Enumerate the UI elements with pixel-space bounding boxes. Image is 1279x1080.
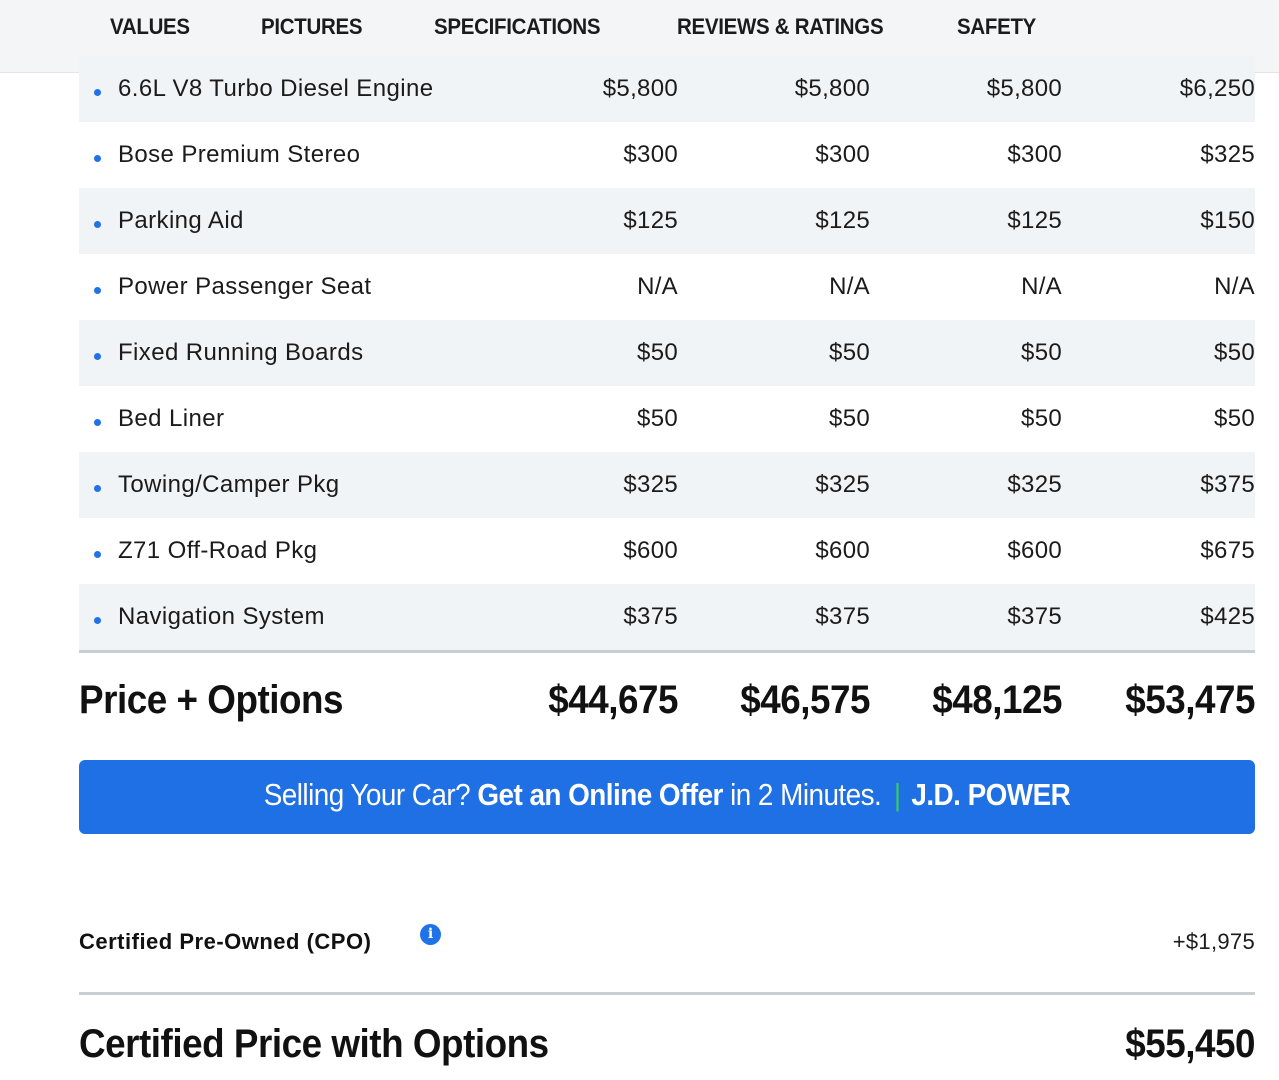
tab-safety[interactable]: SAFETY bbox=[957, 14, 1036, 44]
option-name: 6.6L V8 Turbo Diesel Engine bbox=[118, 75, 434, 102]
option-value: $50 bbox=[829, 405, 870, 432]
option-name: Bed Liner bbox=[118, 405, 225, 432]
option-name: Parking Aid bbox=[118, 207, 244, 234]
option-value: $5,800 bbox=[794, 75, 870, 102]
option-value: N/A bbox=[1214, 273, 1255, 300]
tab-reviews-ratings[interactable]: REVIEWS & RATINGS bbox=[677, 14, 884, 44]
option-value: $50 bbox=[1021, 339, 1062, 366]
option-value: $375 bbox=[1200, 471, 1255, 498]
option-value: $50 bbox=[1021, 405, 1062, 432]
banner-cta: Get an Online Offer bbox=[477, 777, 723, 812]
banner-question: Selling Your Car? bbox=[263, 777, 471, 812]
price-options-value: $46,575 bbox=[740, 678, 870, 722]
option-value: $600 bbox=[1007, 537, 1062, 564]
bullet-icon bbox=[94, 419, 101, 426]
tab-values[interactable]: VALUES bbox=[110, 14, 190, 44]
option-value: $125 bbox=[623, 207, 678, 234]
certified-price-value: $55,450 bbox=[1125, 1022, 1255, 1066]
option-row: Power Passenger Seat N/A N/A N/A N/A bbox=[79, 254, 1255, 320]
options-table: 6.6L V8 Turbo Diesel Engine $5,800 $5,80… bbox=[79, 56, 1255, 650]
option-row: Navigation System $375 $375 $375 $425 bbox=[79, 584, 1255, 650]
bullet-icon bbox=[94, 221, 101, 228]
option-value: $150 bbox=[1200, 207, 1255, 234]
option-value: N/A bbox=[637, 273, 678, 300]
option-value: $300 bbox=[623, 141, 678, 168]
option-value: N/A bbox=[1021, 273, 1062, 300]
option-value: $675 bbox=[1200, 537, 1255, 564]
option-value: $50 bbox=[637, 405, 678, 432]
option-value: N/A bbox=[829, 273, 870, 300]
option-row: Parking Aid $125 $125 $125 $150 bbox=[79, 188, 1255, 254]
option-row: Bed Liner $50 $50 $50 $50 bbox=[79, 386, 1255, 452]
option-row: Fixed Running Boards $50 $50 $50 $50 bbox=[79, 320, 1255, 386]
option-row: Bose Premium Stereo $300 $300 $300 $325 bbox=[79, 122, 1255, 188]
option-name: Z71 Off-Road Pkg bbox=[118, 537, 318, 564]
option-row: 6.6L V8 Turbo Diesel Engine $5,800 $5,80… bbox=[79, 56, 1255, 122]
option-row: Towing/Camper Pkg $325 $325 $325 $375 bbox=[79, 452, 1255, 518]
sell-car-banner[interactable]: Selling Your Car? Get an Online Offer in… bbox=[79, 760, 1255, 834]
option-value: $325 bbox=[815, 471, 870, 498]
banner-separator: | bbox=[893, 777, 901, 812]
table-divider bbox=[79, 650, 1255, 653]
option-name: Bose Premium Stereo bbox=[118, 141, 361, 168]
price-options-value: $48,125 bbox=[932, 678, 1062, 722]
jd-power-logo: J.D. POWER bbox=[911, 777, 1071, 812]
tab-pictures[interactable]: PICTURES bbox=[261, 14, 363, 44]
price-options-label: Price + Options bbox=[79, 678, 344, 722]
info-icon[interactable]: i bbox=[420, 924, 441, 945]
option-value: $50 bbox=[637, 339, 678, 366]
bullet-icon bbox=[94, 485, 101, 492]
bullet-icon bbox=[94, 617, 101, 624]
cpo-value: +$1,975 bbox=[1172, 929, 1255, 954]
option-value: $325 bbox=[1007, 471, 1062, 498]
bullet-icon bbox=[94, 353, 101, 360]
option-value: $50 bbox=[1214, 339, 1255, 366]
price-options-value: $53,475 bbox=[1125, 678, 1255, 722]
certified-price-label: Certified Price with Options bbox=[79, 1022, 549, 1066]
option-value: $6,250 bbox=[1179, 75, 1255, 102]
option-value: $50 bbox=[829, 339, 870, 366]
bullet-icon bbox=[94, 551, 101, 558]
option-value: $375 bbox=[623, 603, 678, 630]
option-value: $375 bbox=[815, 603, 870, 630]
option-value: $425 bbox=[1200, 603, 1255, 630]
option-value: $375 bbox=[1007, 603, 1062, 630]
option-value: $5,800 bbox=[986, 75, 1062, 102]
option-value: $300 bbox=[1007, 141, 1062, 168]
banner-tail: in 2 Minutes. bbox=[730, 777, 882, 812]
option-value: $5,800 bbox=[602, 75, 678, 102]
price-options-value: $44,675 bbox=[548, 678, 678, 722]
banner-text: Selling Your Car? Get an Online Offer in… bbox=[138, 777, 1196, 813]
option-value: $125 bbox=[815, 207, 870, 234]
option-value: $125 bbox=[1007, 207, 1062, 234]
bullet-icon bbox=[94, 287, 101, 294]
tab-specifications[interactable]: SPECIFICATIONS bbox=[434, 14, 601, 44]
bullet-icon bbox=[94, 155, 101, 162]
option-name: Fixed Running Boards bbox=[118, 339, 364, 366]
option-value: $300 bbox=[815, 141, 870, 168]
option-name: Towing/Camper Pkg bbox=[118, 471, 340, 498]
option-name: Power Passenger Seat bbox=[118, 273, 372, 300]
option-value: $325 bbox=[1200, 141, 1255, 168]
bullet-icon bbox=[94, 89, 101, 96]
cpo-divider bbox=[79, 992, 1255, 995]
option-value: $600 bbox=[815, 537, 870, 564]
option-name: Navigation System bbox=[118, 603, 325, 630]
cpo-label: Certified Pre-Owned (CPO) bbox=[79, 929, 372, 954]
option-row: Z71 Off-Road Pkg $600 $600 $600 $675 bbox=[79, 518, 1255, 584]
option-value: $325 bbox=[623, 471, 678, 498]
option-value: $50 bbox=[1214, 405, 1255, 432]
option-value: $600 bbox=[623, 537, 678, 564]
